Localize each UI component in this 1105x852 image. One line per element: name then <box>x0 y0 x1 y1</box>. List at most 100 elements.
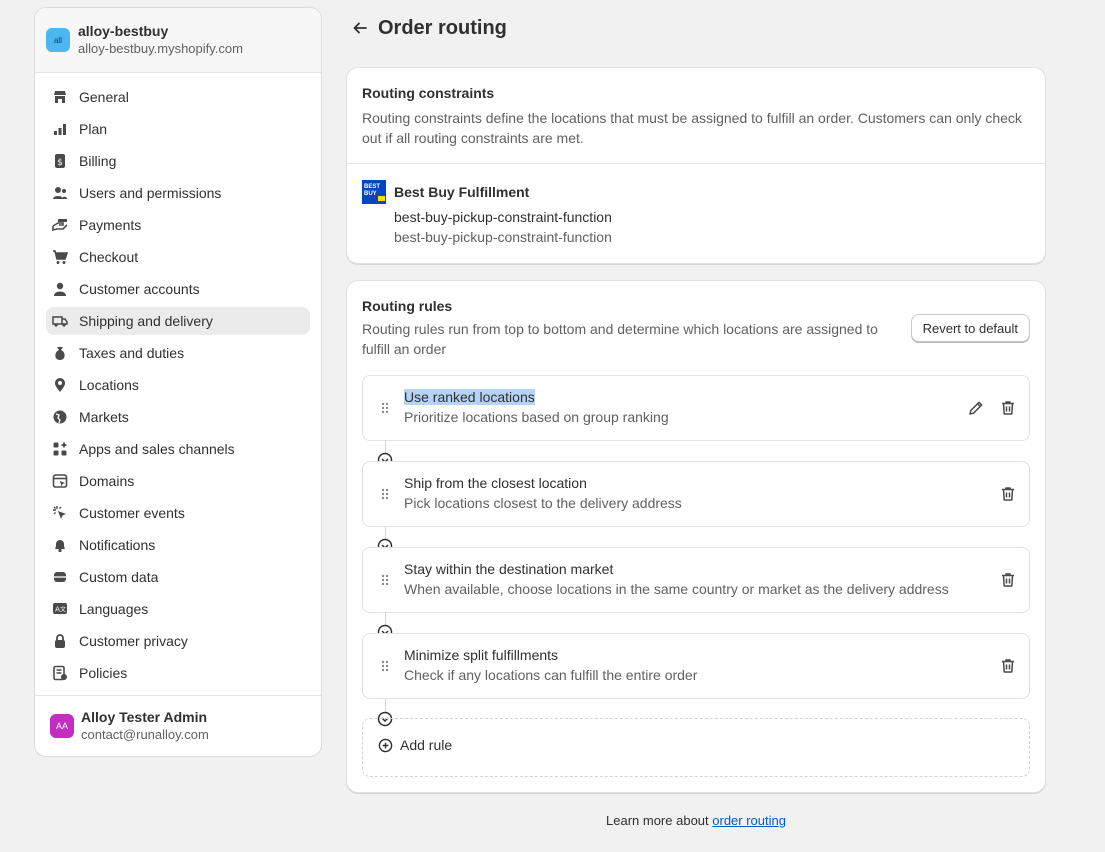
delete-trash-icon[interactable] <box>999 399 1017 417</box>
delete-trash-icon[interactable] <box>999 571 1017 589</box>
page-header: Order routing <box>348 16 507 40</box>
best-buy-tag-icon <box>378 196 385 201</box>
sidebar-item-label: Checkout <box>79 249 139 265</box>
lock-icon <box>52 633 68 649</box>
sidebar-item-label: Locations <box>79 377 139 393</box>
rule-title: Minimize split fulfillments <box>404 647 559 663</box>
add-rule-label: Add rule <box>400 737 453 753</box>
constraint-function-title: best-buy-pickup-constraint-function <box>394 209 612 225</box>
routing-rules-description: Routing rules run from top to bottom and… <box>362 321 878 357</box>
order-routing-link[interactable]: order routing <box>712 813 786 828</box>
sidebar-item-custom-data[interactable]: Custom data <box>46 563 310 591</box>
store-icon <box>52 89 68 105</box>
sidebar-item-markets[interactable]: Markets <box>46 403 310 431</box>
domains-icon <box>52 473 68 489</box>
sidebar-item-customer-privacy[interactable]: Customer privacy <box>46 627 310 655</box>
svg-text:$: $ <box>57 158 63 168</box>
language-icon: A文 <box>52 601 68 617</box>
sidebar-item-plan[interactable]: Plan <box>46 115 310 143</box>
drag-handle-icon[interactable] <box>379 487 391 501</box>
store-switcher[interactable]: all alloy-bestbuy alloy-bestbuy.myshopif… <box>35 8 321 73</box>
cursor-icon <box>52 505 68 521</box>
sidebar-item-label: Payments <box>79 217 142 233</box>
routing-constraints-description: Routing constraints define the locations… <box>362 110 1022 146</box>
rule-description: Check if any locations can fulfill the e… <box>404 667 698 683</box>
sidebar-item-label: Domains <box>79 473 135 489</box>
sidebar-item-label: Notifications <box>79 537 156 553</box>
plan-icon <box>52 121 68 137</box>
sidebar-item-policies[interactable]: Policies <box>46 659 310 687</box>
edit-pencil-icon[interactable] <box>967 399 985 417</box>
routing-rule[interactable]: Ship from the closest location Pick loca… <box>362 461 1030 527</box>
sidebar-item-customer-events[interactable]: Customer events <box>46 499 310 527</box>
sidebar-item-languages[interactable]: A文 Languages <box>46 595 310 623</box>
avatar: AA <box>50 714 74 738</box>
taxes-icon <box>52 345 68 361</box>
store-domain: alloy-bestbuy.myshopify.com <box>78 41 243 56</box>
sidebar-item-payments[interactable]: Payments <box>46 211 310 239</box>
rule-title: Stay within the destination market <box>404 561 614 577</box>
sidebar-item-label: Apps and sales channels <box>79 441 235 457</box>
sidebar-item-notifications[interactable]: Notifications <box>46 531 310 559</box>
add-rule-button[interactable]: Add rule <box>378 737 452 753</box>
truck-icon <box>52 313 68 329</box>
arrow-left-icon <box>353 22 367 34</box>
footer-text: Learn more about <box>606 813 709 828</box>
rule-title: Use ranked locations <box>404 389 535 405</box>
users-icon <box>52 185 68 201</box>
user-name: Alloy Tester Admin <box>81 709 208 725</box>
sidebar-item-label: Shipping and delivery <box>79 313 213 329</box>
sidebar-item-label: Customer privacy <box>79 633 188 649</box>
divider <box>347 163 1045 164</box>
sidebar-item-label: Customer accounts <box>79 281 200 297</box>
sidebar-item-label: Languages <box>79 601 149 617</box>
settings-sidebar: all alloy-bestbuy alloy-bestbuy.myshopif… <box>34 7 322 757</box>
sidebar-item-label: Users and permissions <box>79 185 222 201</box>
delete-trash-icon[interactable] <box>999 657 1017 675</box>
drag-handle-icon[interactable] <box>379 573 391 587</box>
policies-icon <box>52 665 68 681</box>
svg-text:文: 文 <box>60 606 66 614</box>
footer-help: Learn more about order routing <box>346 813 1046 828</box>
sidebar-item-shipping[interactable]: Shipping and delivery <box>46 307 310 335</box>
bell-icon <box>52 537 68 553</box>
routing-constraints-card: Routing constraints Routing constraints … <box>346 67 1046 264</box>
apps-icon <box>52 441 68 457</box>
back-button[interactable] <box>348 16 372 40</box>
settings-nav: General Plan $ Billing Users and permiss… <box>35 73 321 687</box>
drag-handle-icon[interactable] <box>379 659 391 673</box>
user-email: contact@runalloy.com <box>81 727 209 742</box>
user-account[interactable]: AA Alloy Tester Admin contact@runalloy.c… <box>35 695 321 756</box>
routing-rule[interactable]: Minimize split fulfillments Check if any… <box>362 633 1030 699</box>
sidebar-item-locations[interactable]: Locations <box>46 371 310 399</box>
billing-icon: $ <box>52 153 68 169</box>
sidebar-item-label: General <box>79 89 129 105</box>
plus-circle-icon <box>378 738 393 752</box>
location-icon <box>52 377 68 393</box>
store-logo: all <box>46 28 70 52</box>
sidebar-item-checkout[interactable]: Checkout <box>46 243 310 271</box>
page-title: Order routing <box>378 16 507 39</box>
sidebar-item-label: Plan <box>79 121 108 137</box>
sidebar-item-billing[interactable]: $ Billing <box>46 147 310 175</box>
revert-to-default-button[interactable]: Revert to default <box>910 314 1030 342</box>
drag-handle-icon[interactable] <box>379 401 391 415</box>
routing-rule[interactable]: Use ranked locations Prioritize location… <box>362 375 1030 441</box>
globe-icon <box>52 409 68 425</box>
routing-rule[interactable]: Stay within the destination market When … <box>362 547 1030 613</box>
delete-trash-icon[interactable] <box>999 485 1017 503</box>
sidebar-item-taxes[interactable]: Taxes and duties <box>46 339 310 367</box>
routing-rules-title: Routing rules <box>362 298 453 314</box>
constraint-function-handle: best-buy-pickup-constraint-function <box>394 229 612 245</box>
sidebar-item-general[interactable]: General <box>46 83 310 111</box>
rule-description: Pick locations closest to the delivery a… <box>404 495 682 511</box>
sidebar-item-domains[interactable]: Domains <box>46 467 310 495</box>
sidebar-item-label: Policies <box>79 665 128 681</box>
sidebar-item-users[interactable]: Users and permissions <box>46 179 310 207</box>
store-name: alloy-bestbuy <box>78 23 169 39</box>
database-icon <box>52 569 68 585</box>
sidebar-item-apps[interactable]: Apps and sales channels <box>46 435 310 463</box>
rule-description: When available, choose locations in the … <box>404 581 949 597</box>
rule-title: Ship from the closest location <box>404 475 587 491</box>
sidebar-item-customer-accounts[interactable]: Customer accounts <box>46 275 310 303</box>
